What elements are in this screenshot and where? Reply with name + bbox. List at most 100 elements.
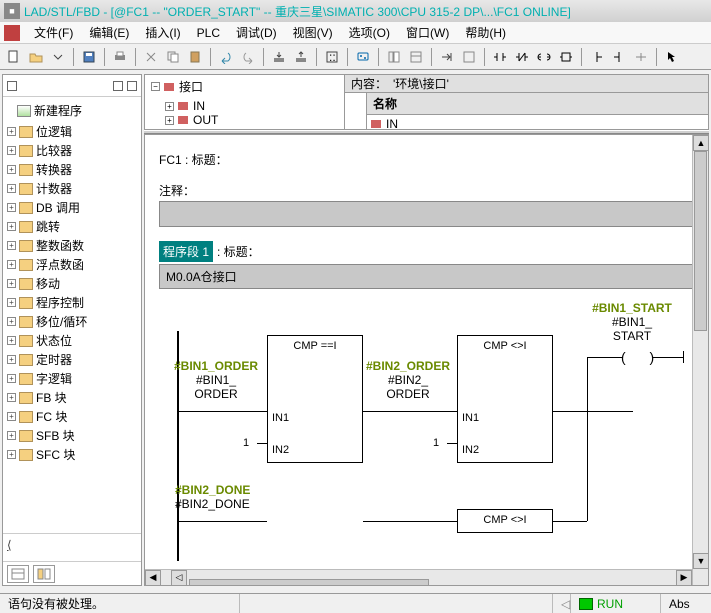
vertical-scrollbar[interactable]: ▲ ▼ bbox=[692, 135, 708, 585]
expand-icon[interactable]: + bbox=[7, 203, 16, 212]
expand-icon[interactable]: + bbox=[165, 116, 174, 125]
help-cursor-icon[interactable] bbox=[662, 47, 682, 67]
tree-item[interactable]: +FC 块 bbox=[5, 407, 139, 426]
interface-root-row[interactable]: − 接口 bbox=[151, 78, 203, 95]
copy-button[interactable] bbox=[163, 47, 183, 67]
branch-open-icon[interactable] bbox=[587, 47, 607, 67]
open-button[interactable] bbox=[26, 47, 46, 67]
tab-catalog[interactable] bbox=[7, 565, 29, 583]
expand-icon[interactable]: + bbox=[7, 298, 16, 307]
tab-call[interactable] bbox=[33, 565, 55, 583]
menu-edit[interactable]: 编辑(E) bbox=[81, 21, 137, 44]
download-button[interactable] bbox=[269, 47, 289, 67]
tree-item[interactable]: +浮点数函 bbox=[5, 255, 139, 274]
menu-window[interactable]: 窗口(W) bbox=[398, 21, 457, 44]
contact-nc-icon[interactable] bbox=[512, 47, 532, 67]
contact-no-icon[interactable] bbox=[490, 47, 510, 67]
conn-icon[interactable] bbox=[631, 47, 651, 67]
interface-in-row[interactable]: + IN bbox=[165, 99, 338, 113]
menu-help[interactable]: 帮助(H) bbox=[457, 21, 514, 44]
cut-button[interactable] bbox=[141, 47, 161, 67]
undo-button[interactable] bbox=[216, 47, 236, 67]
print-button[interactable] bbox=[110, 47, 130, 67]
expand-icon[interactable]: + bbox=[165, 102, 174, 111]
expand-icon[interactable]: + bbox=[7, 260, 16, 269]
new-button[interactable] bbox=[4, 47, 24, 67]
menu-options[interactable]: 选项(O) bbox=[341, 21, 398, 44]
coil-icon[interactable] bbox=[534, 47, 554, 67]
interface-out-row[interactable]: + OUT bbox=[165, 113, 338, 127]
expand-icon[interactable]: + bbox=[7, 374, 16, 383]
expand-icon[interactable]: + bbox=[7, 450, 16, 459]
panel-control-icon[interactable] bbox=[7, 81, 17, 91]
goto-button[interactable] bbox=[437, 47, 457, 67]
redo-button[interactable] bbox=[238, 47, 258, 67]
ladder-network[interactable]: CMP ==I IN1 IN2 #BIN1_ORDER #BIN1_ORDER … bbox=[159, 311, 694, 571]
menu-insert[interactable]: 插入(I) bbox=[137, 21, 188, 44]
tab-prev-icon[interactable]: ◁ bbox=[171, 570, 187, 586]
menu-debug[interactable]: 调试(D) bbox=[228, 21, 285, 44]
catalog-button[interactable] bbox=[384, 47, 404, 67]
segment-comment[interactable]: M0.0A仓接口 bbox=[159, 264, 694, 289]
tree-item[interactable]: +转换器 bbox=[5, 160, 139, 179]
scroll-thumb[interactable] bbox=[694, 151, 707, 331]
open-dropdown-icon[interactable] bbox=[48, 47, 68, 67]
scroll-left-icon[interactable]: ◀ bbox=[145, 570, 161, 586]
scroll-right-icon[interactable]: ▶ bbox=[676, 570, 692, 586]
segment-badge[interactable]: 程序段 1 bbox=[159, 241, 213, 262]
tree-item[interactable]: +SFC 块 bbox=[5, 445, 139, 464]
ref-button[interactable]: :: bbox=[322, 47, 342, 67]
expand-icon[interactable]: + bbox=[7, 412, 16, 421]
structure-button[interactable] bbox=[406, 47, 426, 67]
expand-icon[interactable]: + bbox=[7, 431, 16, 440]
paste-button[interactable] bbox=[185, 47, 205, 67]
expand-icon[interactable]: + bbox=[7, 222, 16, 231]
tree-item[interactable]: +字逻辑 bbox=[5, 369, 139, 388]
find-button[interactable] bbox=[459, 47, 479, 67]
tree-item[interactable]: +状态位 bbox=[5, 331, 139, 350]
cmp-ne-box[interactable]: CMP <>I IN1 IN2 bbox=[457, 335, 553, 463]
tree-item[interactable]: +程序控制 bbox=[5, 293, 139, 312]
tree-item[interactable]: +SFB 块 bbox=[5, 426, 139, 445]
menu-view[interactable]: 视图(V) bbox=[285, 21, 341, 44]
panel-control-icon[interactable] bbox=[113, 81, 123, 91]
menu-file[interactable]: 文件(F) bbox=[26, 21, 81, 44]
upload-button[interactable] bbox=[291, 47, 311, 67]
expand-icon[interactable]: + bbox=[7, 279, 16, 288]
save-button[interactable] bbox=[79, 47, 99, 67]
expand-icon[interactable]: + bbox=[7, 336, 16, 345]
tree-item[interactable]: +跳转 bbox=[5, 217, 139, 236]
scroll-down-icon[interactable]: ▼ bbox=[693, 553, 709, 569]
ladder-editor[interactable]: FC1 : 标题： 注释： 程序段 1 : 标题： M0.0A仓接口 bbox=[144, 134, 709, 586]
tree-item[interactable]: +定时器 bbox=[5, 350, 139, 369]
horizontal-scrollbar[interactable]: ◀ ◁ ▶ bbox=[145, 569, 692, 585]
cmp-eq-box[interactable]: CMP ==I IN1 IN2 bbox=[267, 335, 363, 463]
expand-icon[interactable]: + bbox=[7, 393, 16, 402]
tree-item[interactable]: +FB 块 bbox=[5, 388, 139, 407]
expand-icon[interactable]: + bbox=[7, 355, 16, 364]
tree-item[interactable]: +DB 调用 bbox=[5, 198, 139, 217]
box-icon[interactable] bbox=[556, 47, 576, 67]
monitor-button[interactable] bbox=[353, 47, 373, 67]
tree-root[interactable]: 新建程序 bbox=[5, 101, 139, 120]
branch-close-icon[interactable] bbox=[609, 47, 629, 67]
tree-item[interactable]: +比较器 bbox=[5, 141, 139, 160]
expand-icon[interactable]: + bbox=[7, 241, 16, 250]
tree-item[interactable]: +位逻辑 bbox=[5, 122, 139, 141]
cmp-ne-box-2[interactable]: CMP <>I bbox=[457, 509, 553, 533]
collapse-icon[interactable]: − bbox=[151, 82, 160, 91]
tree-item[interactable]: +计数器 bbox=[5, 179, 139, 198]
tree-item[interactable]: +移动 bbox=[5, 274, 139, 293]
scroll-up-icon[interactable]: ▲ bbox=[693, 135, 709, 151]
menu-plc[interactable]: PLC bbox=[189, 23, 228, 43]
panel-control-icon[interactable] bbox=[127, 81, 137, 91]
expand-icon[interactable]: + bbox=[7, 127, 16, 136]
scroll-thumb[interactable] bbox=[189, 579, 429, 587]
expand-icon[interactable]: + bbox=[7, 146, 16, 155]
tree-item[interactable]: +移位/循环 bbox=[5, 312, 139, 331]
expand-icon[interactable]: + bbox=[7, 165, 16, 174]
block-comment-box[interactable] bbox=[159, 201, 694, 227]
expand-icon[interactable]: + bbox=[7, 317, 16, 326]
tree-item[interactable]: +整数函数 bbox=[5, 236, 139, 255]
expand-icon[interactable]: + bbox=[7, 184, 16, 193]
